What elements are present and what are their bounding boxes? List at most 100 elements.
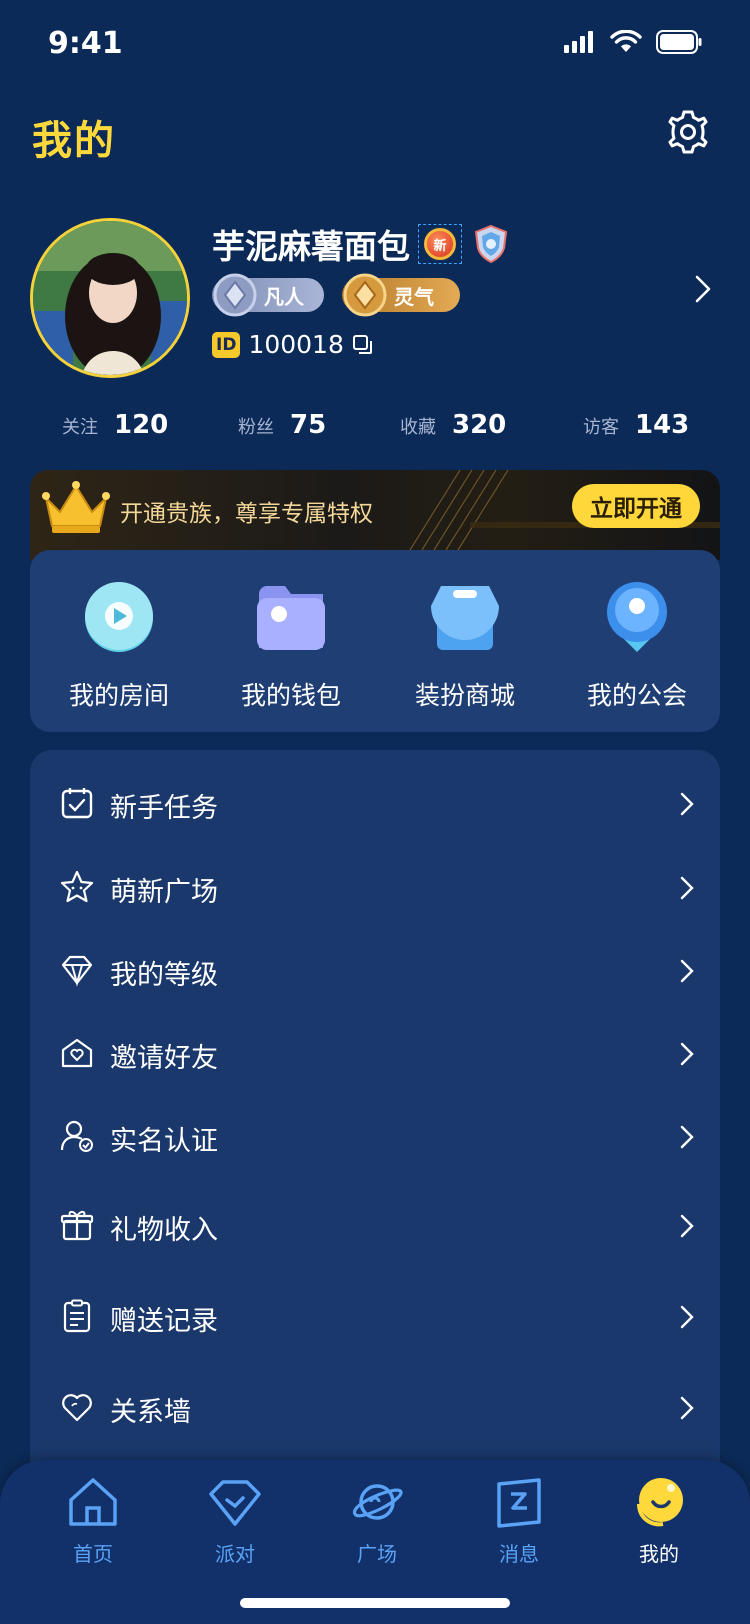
home-indicator [240, 1598, 510, 1608]
tab-messages[interactable]: 消息 [464, 1474, 574, 1567]
stats-row: 关注 120 粉丝 75 收藏 320 访客 143 [62, 410, 702, 450]
chevron-right-icon [680, 1042, 694, 1066]
quick-action-label: 我的房间 [68, 681, 169, 710]
chevron-right-icon [680, 1396, 694, 1420]
shield-badge-icon [474, 224, 508, 264]
tab-label: 首页 [73, 1542, 113, 1566]
id-badge: ID [212, 331, 241, 358]
stat-following[interactable]: 关注 120 [62, 410, 168, 440]
wallet-icon [257, 586, 325, 650]
chevron-right-icon [680, 792, 694, 816]
tab-label: 广场 [357, 1542, 397, 1566]
avatar[interactable] [30, 218, 190, 378]
status-icons [564, 30, 702, 54]
page-title: 我的 [32, 118, 116, 164]
menu-item-my-level[interactable]: 我的等级 [30, 939, 720, 999]
quick-action-my-room[interactable]: 我的房间 [34, 576, 204, 712]
record-icon [63, 1299, 91, 1333]
profile-chevron-icon[interactable] [694, 274, 712, 304]
tab-home[interactable]: 首页 [38, 1474, 148, 1567]
menu-item-label: 礼物收入 [110, 1215, 218, 1246]
menu-item-newbie-square[interactable]: 萌新广场 [30, 856, 720, 916]
stat-value: 120 [114, 410, 169, 440]
battery-icon [656, 30, 702, 54]
heart-icon [62, 1394, 92, 1422]
status-time: 9:41 [48, 26, 123, 61]
tab-party[interactable]: 派对 [180, 1474, 290, 1567]
menu-item-label: 关系墙 [110, 1397, 191, 1428]
nickname: 芋泥麻薯面包 [212, 227, 410, 266]
quick-action-guild[interactable]: 我的公会 [552, 576, 722, 712]
menu-item-gift-income[interactable]: 礼物收入 [30, 1194, 720, 1254]
star-icon [60, 870, 94, 903]
gold-badge-icon [343, 273, 387, 317]
guild-icon [607, 582, 667, 652]
tab-label: 消息 [499, 1542, 539, 1566]
gear-icon[interactable] [664, 108, 712, 156]
store-icon [431, 586, 499, 650]
quick-action-label: 我的钱包 [240, 681, 341, 710]
new-badge-label: 新 [424, 228, 456, 260]
home-icon [69, 1478, 117, 1526]
menu-item-label: 实名认证 [110, 1126, 218, 1157]
stat-value: 320 [452, 410, 507, 440]
level-tag-aura: 灵气 [342, 273, 460, 317]
vip-promo-text: 开通贵族，尊享专属特权 [120, 501, 373, 527]
wifi-icon [610, 30, 642, 52]
stat-fans[interactable]: 粉丝 75 [238, 410, 326, 440]
user-id-row: ID 100018 [212, 330, 374, 359]
stat-value: 143 [635, 410, 690, 440]
new-badge: 新 [418, 224, 462, 264]
invite-icon [61, 1038, 93, 1068]
profile-icon [637, 1478, 683, 1527]
level-tag-mortal: 凡人 [212, 273, 324, 317]
copy-icon[interactable] [352, 334, 374, 356]
planet-icon [353, 1484, 403, 1520]
menu-item-label: 萌新广场 [110, 877, 218, 908]
status-bar: 9:41 [0, 0, 750, 90]
stat-visitors[interactable]: 访客 143 [583, 410, 689, 440]
menu-item-gift-records[interactable]: 赠送记录 [30, 1285, 720, 1345]
tag-row: 凡人 灵气 [212, 273, 460, 317]
chevron-right-icon [680, 1305, 694, 1329]
level-tag-aura-label: 灵气 [394, 284, 434, 309]
stat-favorites[interactable]: 收藏 320 [400, 410, 506, 440]
calendar-check-icon [61, 788, 93, 819]
cellular-signal-icon [564, 31, 593, 53]
gift-icon [60, 1210, 94, 1241]
quick-action-label: 装扮商城 [414, 681, 515, 710]
menu-item-invite-friends[interactable]: 邀请好友 [30, 1022, 720, 1082]
user-id: 100018 [248, 330, 344, 359]
profile-card[interactable]: 芋泥麻薯面包 新 凡人 灵气 ID 100018 [30, 218, 720, 378]
menu-list: 新手任务 萌新广场 我的等级 邀请好友 实名认证 礼物收入 赠送记录 关系墙 [30, 750, 720, 1510]
stat-label: 访客 [583, 417, 619, 438]
vip-activate-button[interactable]: 立即开通 [572, 484, 700, 528]
menu-item-newbie-tasks[interactable]: 新手任务 [30, 772, 720, 832]
tab-mine[interactable]: 我的 [604, 1474, 714, 1567]
vip-banner[interactable]: 开通贵族，尊享专属特权 立即开通 [30, 470, 720, 560]
menu-item-label: 我的等级 [110, 960, 218, 991]
crown-icon [42, 481, 110, 533]
menu-item-label: 新手任务 [110, 793, 218, 824]
tab-square[interactable]: 广场 [322, 1474, 432, 1567]
party-icon [209, 1480, 261, 1526]
level-tag-mortal-label: 凡人 [264, 284, 304, 309]
avatar-photo [33, 221, 187, 375]
menu-item-relationship-wall[interactable]: 关系墙 [30, 1376, 720, 1436]
quick-action-wallet[interactable]: 我的钱包 [206, 576, 376, 712]
quick-action-store[interactable]: 装扮商城 [380, 576, 550, 712]
stat-label: 收藏 [400, 417, 436, 438]
stat-label: 关注 [62, 417, 98, 438]
chevron-right-icon [680, 1214, 694, 1238]
menu-item-label: 邀请好友 [110, 1043, 218, 1074]
tab-label: 派对 [215, 1542, 255, 1566]
chevron-right-icon [680, 1125, 694, 1149]
diamond-icon [61, 955, 93, 987]
menu-item-real-name[interactable]: 实名认证 [30, 1105, 720, 1165]
stat-label: 粉丝 [238, 417, 274, 438]
menu-item-label: 赠送记录 [110, 1306, 218, 1337]
tab-label: 我的 [639, 1542, 679, 1566]
chevron-right-icon [680, 959, 694, 983]
user-verify-icon [60, 1120, 93, 1152]
diamond-badge-icon [213, 273, 257, 317]
